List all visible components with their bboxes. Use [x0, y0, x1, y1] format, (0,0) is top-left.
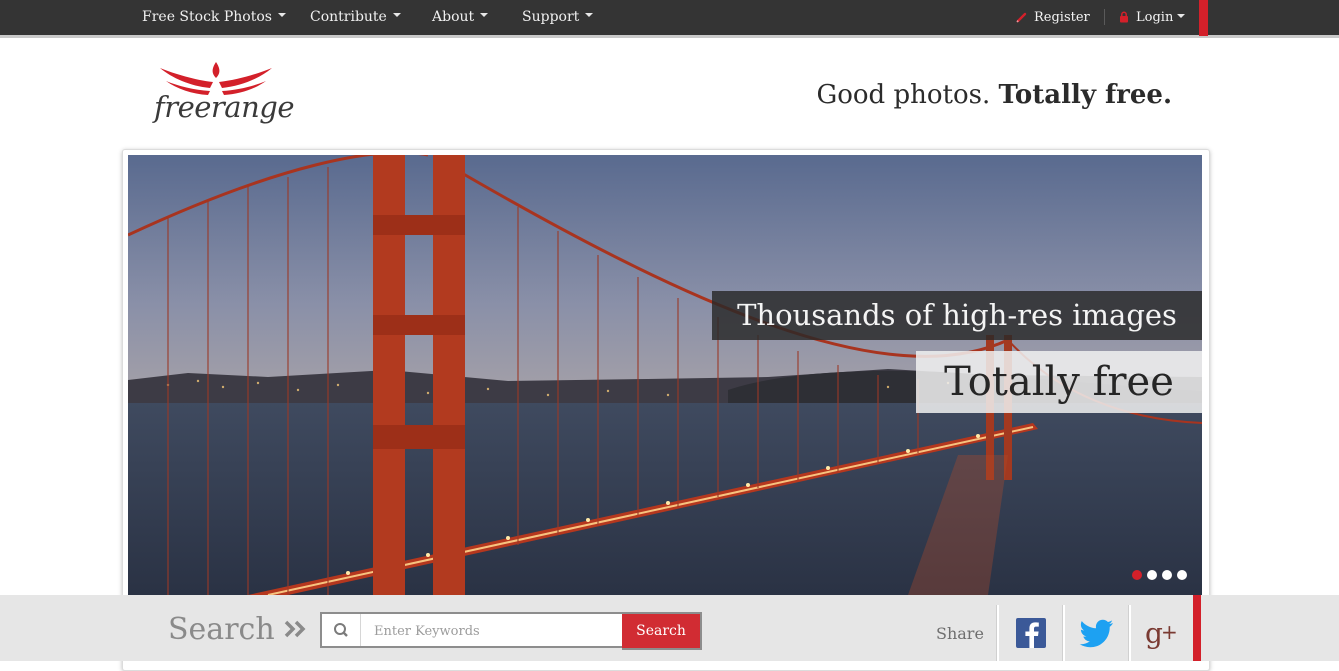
tagline-bold: Totally free. — [998, 80, 1173, 110]
hero-caption-secondary: Totally free — [916, 351, 1202, 413]
nav-contribute-label: Contribute — [310, 9, 387, 25]
nav-contribute[interactable]: Contribute — [310, 0, 401, 35]
chevron-down-icon — [392, 13, 401, 17]
freerange-logo[interactable]: freerange — [150, 60, 294, 130]
slider-dot-3[interactable] — [1162, 570, 1172, 580]
logo-wordmark: freerange — [154, 90, 294, 124]
hero-caption-primary: Thousands of high-res images — [712, 291, 1202, 340]
lock-icon — [1120, 10, 1128, 22]
double-chevron-right-icon — [284, 620, 306, 638]
twitter-share-button[interactable] — [1077, 612, 1117, 652]
slider-dot-4[interactable] — [1177, 570, 1187, 580]
share-label: Share — [936, 624, 984, 643]
nav-support-label: Support — [522, 9, 580, 25]
search-icon — [334, 623, 348, 637]
nav-free-stock-photos-label: Free Stock Photos — [142, 9, 272, 25]
search-bar-accent — [1193, 595, 1201, 661]
login-label: Login — [1136, 10, 1174, 25]
chevron-down-icon — [585, 13, 594, 17]
facebook-share-button[interactable] — [1013, 612, 1049, 652]
search-heading: Search — [168, 612, 308, 647]
slider-dot-1[interactable] — [1132, 570, 1142, 580]
tagline-plain: Good photos. — [816, 80, 991, 110]
search-icon-container — [322, 614, 361, 646]
login-link[interactable]: Login — [1119, 0, 1186, 35]
nav-about[interactable]: About — [432, 0, 489, 35]
share-divider — [996, 605, 999, 661]
search-field[interactable] — [320, 612, 626, 648]
chevron-down-icon — [480, 13, 489, 17]
share-divider — [1128, 605, 1131, 661]
share-divider — [1062, 605, 1065, 661]
register-label: Register — [1034, 10, 1090, 25]
slider-dot-2[interactable] — [1147, 570, 1157, 580]
chevron-down-icon — [277, 13, 286, 17]
chevron-down-icon — [1177, 13, 1186, 18]
facebook-icon — [1016, 618, 1046, 648]
auth-divider — [1104, 9, 1105, 25]
svg-text:+: + — [1161, 620, 1178, 644]
nav-accent-tab — [1199, 0, 1208, 36]
page-tagline: Good photos. Totally free. — [760, 80, 1172, 110]
top-navigation-bar: Free Stock Photos Contribute About Suppo… — [0, 0, 1339, 38]
nav-free-stock-photos[interactable]: Free Stock Photos — [142, 0, 286, 35]
search-button[interactable]: Search — [622, 612, 702, 650]
search-input[interactable] — [362, 614, 626, 648]
google-plus-share-button[interactable]: g + — [1144, 612, 1180, 652]
twitter-icon — [1079, 619, 1113, 648]
nav-support[interactable]: Support — [522, 0, 594, 35]
google-plus-icon: g + — [1145, 617, 1178, 650]
nav-about-label: About — [432, 9, 475, 25]
register-link[interactable]: Register — [1016, 0, 1090, 35]
pencil-icon — [1016, 12, 1027, 23]
search-heading-label: Search — [168, 612, 275, 647]
